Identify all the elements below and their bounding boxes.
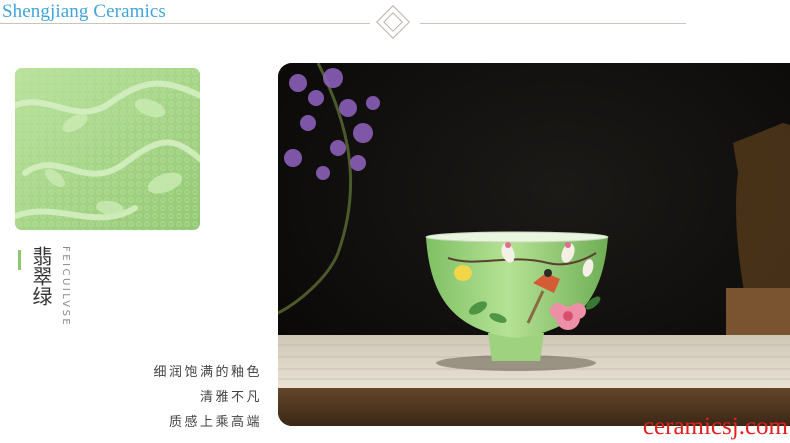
color-name-cn: 翡翠绿 (29, 246, 53, 306)
glaze-swatch (15, 68, 200, 230)
color-name-en: FEICUILVSE (60, 246, 71, 328)
description-line-1: 细润饱满的釉色 (153, 365, 262, 380)
lace-texture-icon (15, 68, 200, 230)
title-accent-bar (18, 250, 21, 270)
header-rule-right (420, 23, 686, 24)
product-photo (278, 63, 790, 426)
description-line-2: 清雅不凡 (199, 390, 262, 405)
diamond-ornament-icon (376, 5, 410, 39)
header-rule-left (0, 23, 370, 24)
enamel-bowl-image (278, 63, 790, 426)
watermark: ceramicsj.com (642, 413, 788, 440)
description-line-3: 质感上乘高端 (168, 415, 262, 430)
brand-title: Shengjiang Ceramics (2, 1, 166, 22)
